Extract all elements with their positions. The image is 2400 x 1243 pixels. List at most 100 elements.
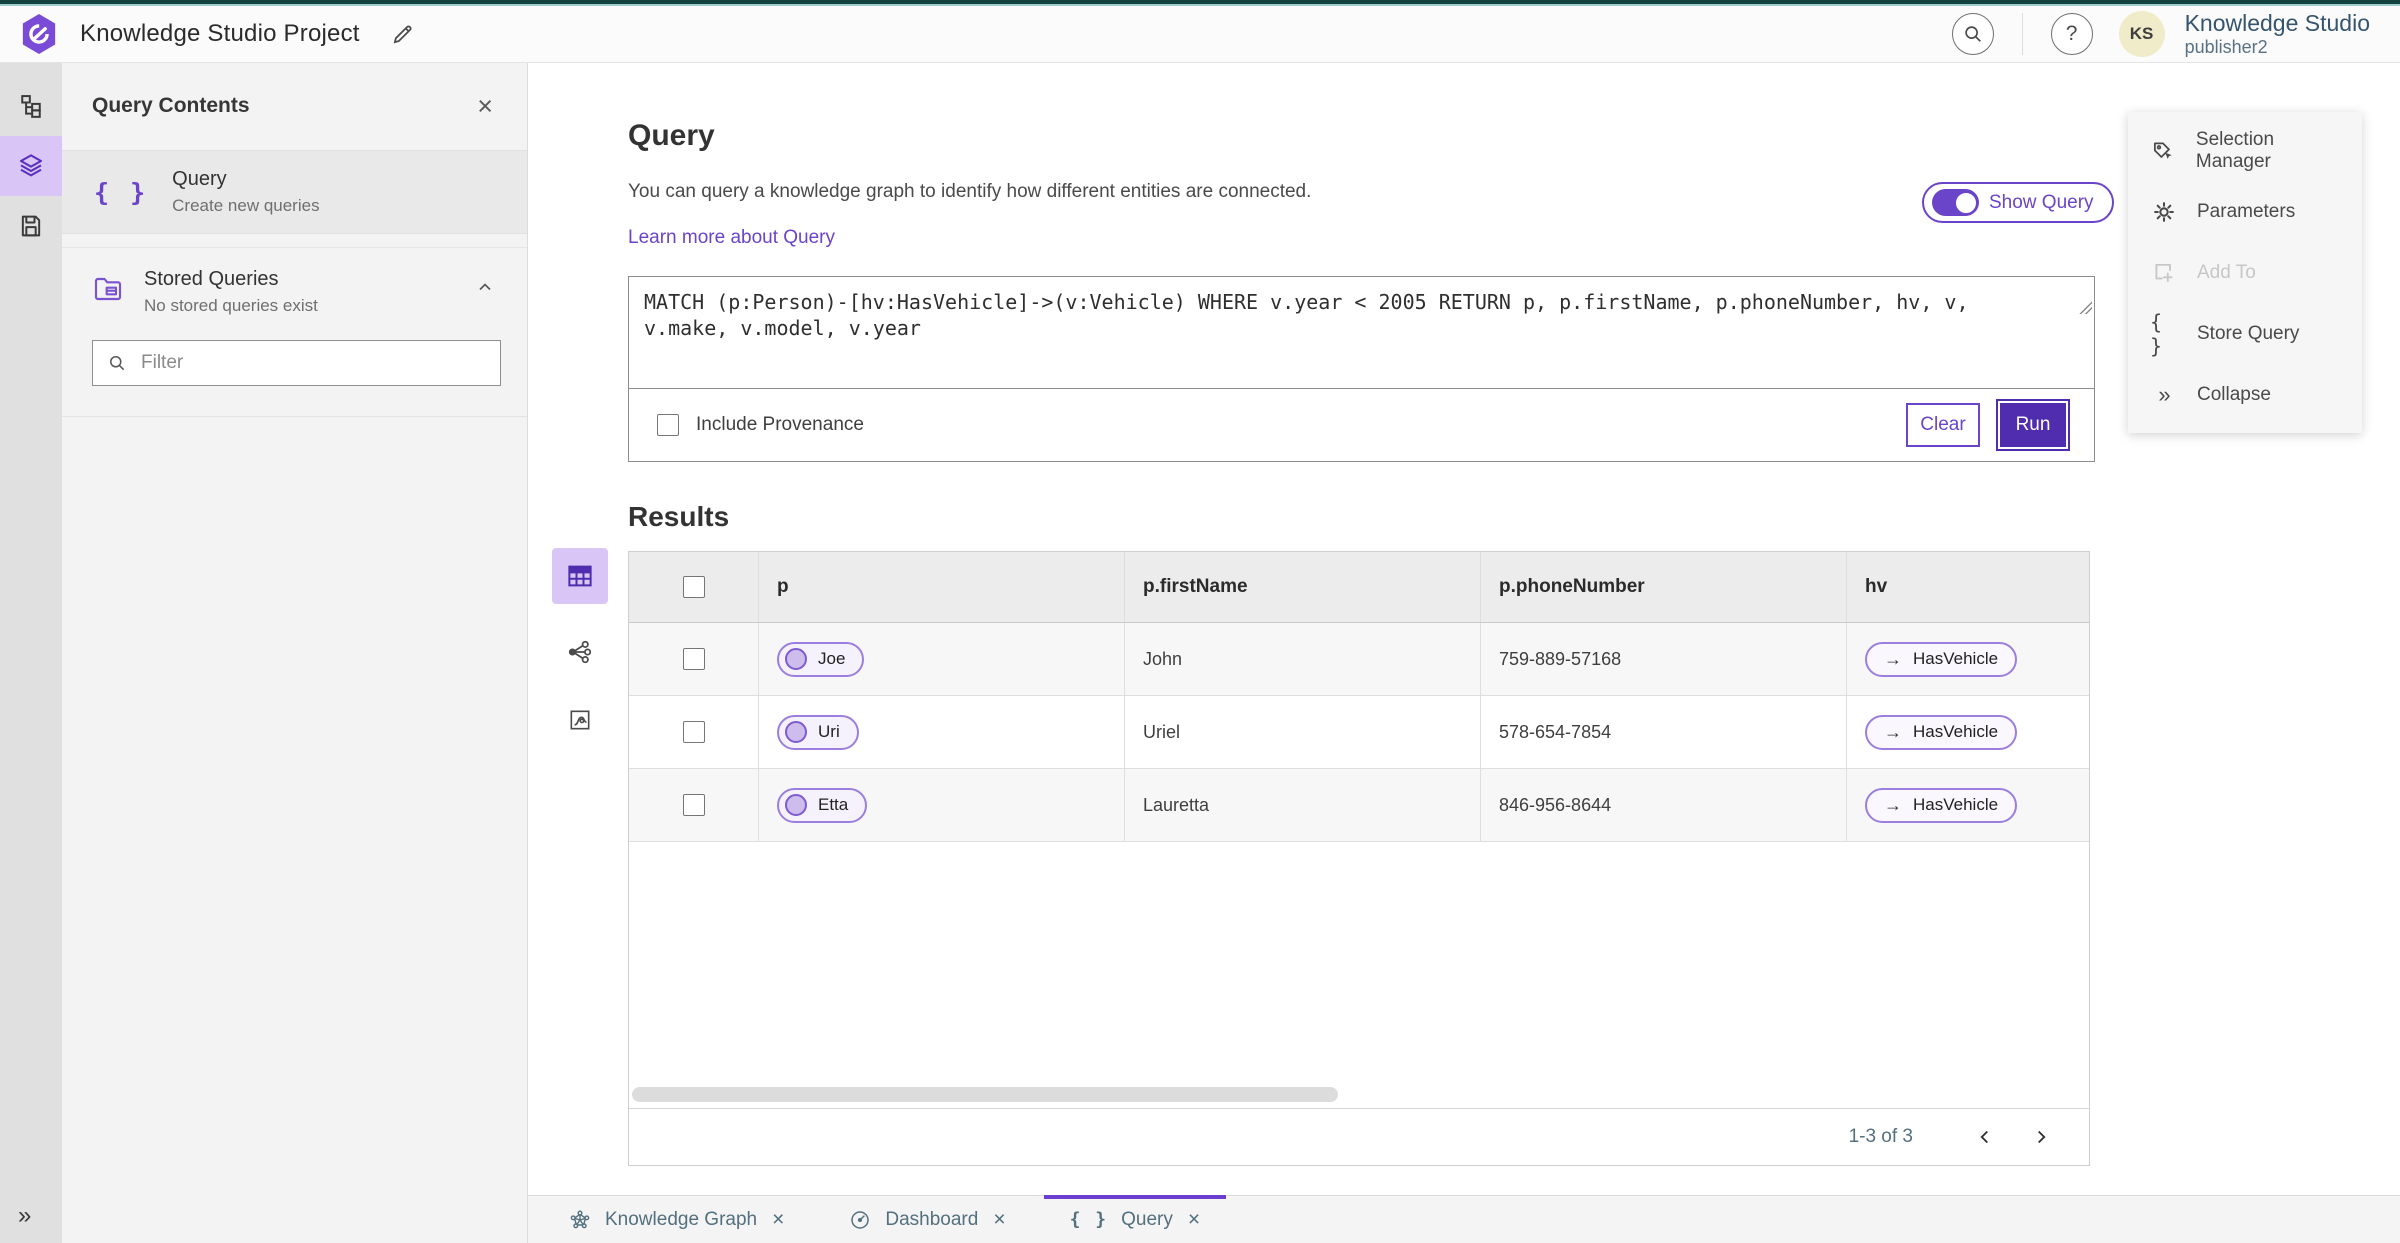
close-icon[interactable]: ×	[772, 1209, 784, 1230]
cell-phone-number: 759-889-57168	[1481, 623, 1847, 695]
rail-item-save[interactable]	[0, 196, 62, 256]
tab-label: Dashboard	[885, 1208, 979, 1230]
expand-rail-button[interactable]: »	[0, 1201, 37, 1231]
node-circle-icon	[785, 721, 807, 743]
row-checkbox[interactable]	[682, 721, 705, 743]
rail-item-layers[interactable]	[0, 136, 62, 196]
chart-view-button[interactable]	[552, 700, 608, 740]
header-divider	[2021, 13, 2023, 55]
project-title: Knowledge Studio Project	[80, 20, 360, 47]
rail-item-hierarchy[interactable]	[0, 76, 62, 136]
search-button[interactable]	[1951, 13, 1994, 55]
parameters-item[interactable]: Parameters	[2128, 181, 2362, 242]
braces-icon: { }	[2150, 309, 2164, 358]
tab-label: Query	[1121, 1208, 1173, 1230]
user-org: Knowledge Studio	[2184, 10, 2370, 37]
node-label: Etta	[818, 795, 849, 814]
chevron-left-icon	[1974, 1126, 1996, 1148]
stored-queries-title: Stored Queries	[144, 268, 279, 290]
query-footer: Include Provenance Clear Run	[629, 389, 2094, 461]
dashboard-gauge-icon	[848, 1208, 872, 1232]
cell-first-name: Lauretta	[1125, 769, 1481, 841]
query-contents-panel: Query Contents × { } Query Create new qu…	[62, 62, 528, 1243]
learn-more-link[interactable]: Learn more about Query	[628, 226, 835, 250]
tab-query[interactable]: { } Query ×	[1043, 1195, 1227, 1243]
user-name: publisher2	[2184, 36, 2268, 57]
results-view-toolbar	[552, 548, 608, 740]
user-info: Knowledge Studio publisher2	[2184, 10, 2370, 57]
braces-icon: { }	[94, 177, 149, 207]
edit-title-button[interactable]	[386, 17, 420, 51]
horizontal-scrollbar-thumb[interactable]	[632, 1087, 1338, 1102]
table-row: Uri Uriel 578-654-7854 → HasVehicle	[629, 696, 2089, 769]
rail-icons	[0, 76, 62, 256]
column-header-p[interactable]: p	[759, 552, 1125, 622]
cell-first-name: John	[1125, 623, 1481, 695]
node-pill[interactable]: Uri	[777, 714, 859, 750]
next-page-button[interactable]	[2019, 1125, 2063, 1149]
braces-icon: { }	[1069, 1209, 1109, 1230]
stored-queries-header[interactable]: Stored Queries No stored queries exist	[92, 268, 501, 316]
row-checkbox[interactable]	[682, 648, 705, 670]
query-item-title: Query	[172, 168, 227, 190]
include-provenance-checkbox[interactable]	[657, 414, 679, 436]
edge-label: HasVehicle	[1913, 795, 1999, 814]
graph-view-button[interactable]	[552, 632, 608, 672]
query-tools-panel: Selection Manager Parameters Add To {} …	[2128, 112, 2362, 433]
run-button[interactable]: Run	[1996, 399, 2070, 451]
clear-button[interactable]: Clear	[1906, 403, 1980, 447]
results-title: Results	[628, 501, 730, 532]
node-pill[interactable]: Joe	[777, 641, 865, 677]
resize-handle-icon[interactable]	[2079, 301, 2092, 314]
panel-close-button[interactable]: ×	[471, 92, 499, 121]
row-checkbox[interactable]	[682, 794, 705, 816]
node-pill[interactable]: Etta	[777, 787, 868, 823]
edge-arrow-icon: →	[1884, 721, 1902, 742]
tab-knowledge-graph[interactable]: Knowledge Graph ×	[542, 1196, 810, 1243]
add-to-icon	[2150, 260, 2178, 286]
column-header-phonenumber[interactable]: p.phoneNumber	[1481, 552, 1847, 622]
query-input[interactable]: MATCH (p:Person)-[hv:HasVehicle]->(v:Veh…	[629, 277, 2094, 389]
node-label: Uri	[818, 722, 840, 741]
chevron-right-icon	[2030, 1126, 2052, 1148]
cell-phone-number: 578-654-7854	[1481, 696, 1847, 768]
edge-arrow-icon: →	[1884, 794, 1902, 815]
select-all-checkbox[interactable]	[682, 576, 705, 598]
collapse-panel-item[interactable]: » Collapse	[2128, 364, 2362, 425]
include-provenance-label: Include Provenance	[696, 414, 864, 435]
tab-dashboard[interactable]: Dashboard ×	[822, 1196, 1031, 1243]
stored-queries-section: Stored Queries No stored queries exist	[62, 247, 527, 417]
add-to-item[interactable]: Add To	[2128, 242, 2362, 303]
edge-arrow-icon: →	[1884, 648, 1902, 669]
close-icon[interactable]: ×	[993, 1209, 1005, 1230]
folder-icon	[92, 272, 124, 302]
avatar[interactable]: KS	[2118, 11, 2165, 57]
search-icon	[107, 353, 127, 373]
save-icon	[17, 212, 45, 240]
table-view-button[interactable]	[552, 548, 608, 604]
chart-icon	[567, 707, 593, 733]
close-icon[interactable]: ×	[1188, 1209, 1200, 1230]
network-icon	[566, 638, 594, 666]
show-query-toggle[interactable]: Show Query	[1922, 182, 2114, 223]
search-icon	[1962, 23, 1984, 45]
toggle-switch-icon	[1932, 189, 1979, 216]
selection-manager-item[interactable]: Selection Manager	[2128, 120, 2362, 181]
app-shell: » Query Contents × { } Query Create new …	[0, 62, 2400, 1243]
bottom-tab-bar: Knowledge Graph × Dashboard × { } Query …	[528, 1195, 2400, 1243]
table-icon	[565, 561, 595, 591]
column-header-firstname[interactable]: p.firstName	[1125, 552, 1481, 622]
help-button[interactable]: ?	[2050, 13, 2093, 55]
edge-pill[interactable]: → HasVehicle	[1865, 641, 2018, 677]
table-row: Joe John 759-889-57168 → HasVehicle	[629, 623, 2089, 696]
tool-label: Add To	[2197, 261, 2256, 283]
edge-pill[interactable]: → HasVehicle	[1865, 787, 2018, 823]
filter-input[interactable]	[139, 351, 486, 375]
edge-pill[interactable]: → HasVehicle	[1865, 714, 2018, 750]
column-header-hv[interactable]: hv	[1847, 552, 2089, 622]
previous-page-button[interactable]	[1963, 1125, 2007, 1149]
store-query-item[interactable]: { } Store Query	[2128, 303, 2362, 364]
panel-item-query[interactable]: { } Query Create new queries	[62, 151, 527, 234]
results-table: p p.firstName p.phoneNumber hv Joe John …	[628, 551, 2090, 1166]
collapse-stored-queries-button[interactable]	[469, 276, 501, 298]
